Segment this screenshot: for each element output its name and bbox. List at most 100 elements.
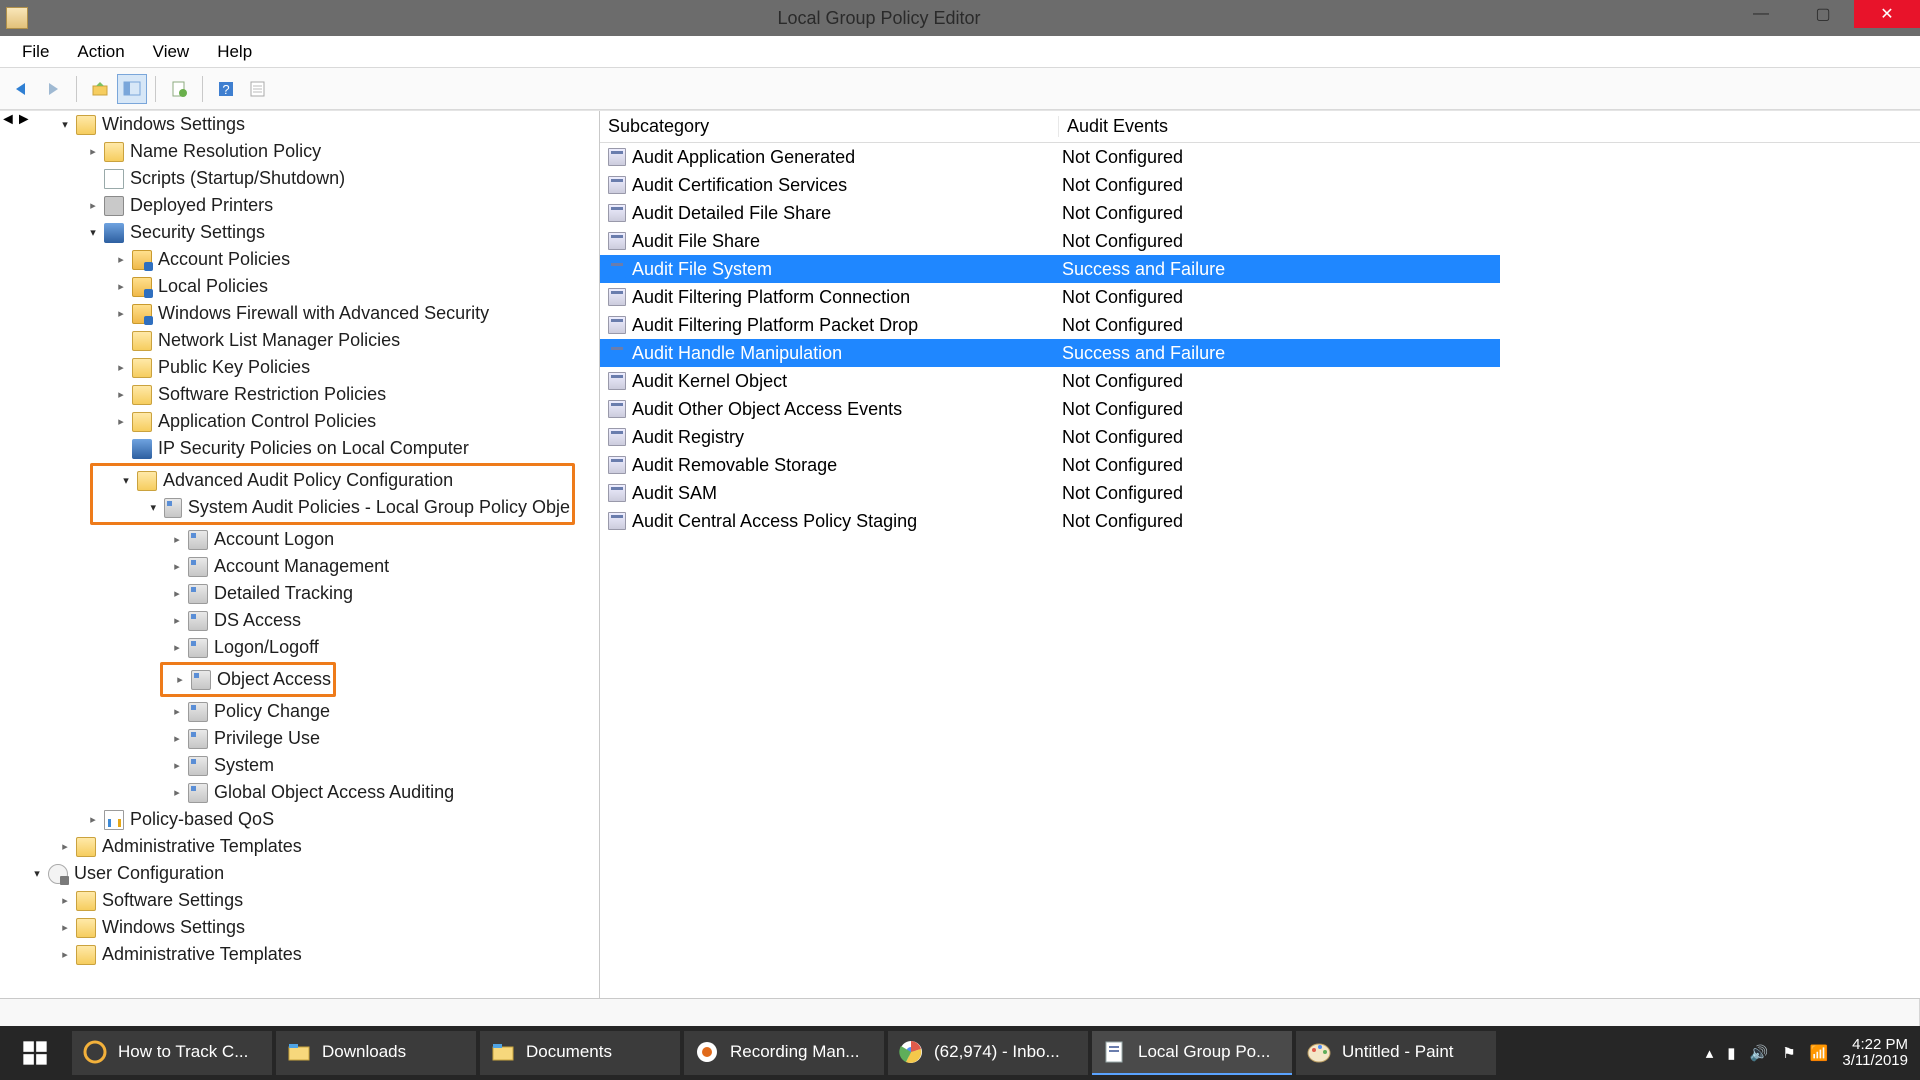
expander-closed-icon[interactable]: ▸: [86, 145, 100, 159]
system-tray[interactable]: ▴ ▮ 🔊 ⚑ 📶 4:22 PM 3/11/2019: [1694, 1037, 1920, 1070]
tree-node[interactable]: ▸Windows Firewall with Advanced Security: [0, 300, 579, 327]
tree-node[interactable]: ▾Windows Settings: [0, 111, 579, 138]
expander-closed-icon[interactable]: ▸: [170, 786, 184, 800]
tray-chevron-icon[interactable]: ▴: [1706, 1044, 1714, 1062]
help-button[interactable]: ?: [211, 74, 241, 104]
tree-node[interactable]: ▸Software Settings: [0, 887, 579, 914]
tree-node[interactable]: ▸Software Restriction Policies: [0, 381, 579, 408]
policy-row[interactable]: Audit File ShareNot Configured: [600, 227, 1920, 255]
list-body[interactable]: Audit Application GeneratedNot Configure…: [600, 143, 1920, 998]
taskbar-item[interactable]: Untitled - Paint: [1296, 1031, 1496, 1075]
expander-closed-icon[interactable]: ▸: [58, 840, 72, 854]
tree-node[interactable]: ▸Detailed Tracking: [0, 580, 579, 607]
column-subcategory[interactable]: Subcategory: [608, 116, 1058, 137]
taskbar-item[interactable]: Recording Man...: [684, 1031, 884, 1075]
policy-row[interactable]: Audit Filtering Platform Packet DropNot …: [600, 311, 1920, 339]
expander-closed-icon[interactable]: ▸: [86, 199, 100, 213]
tree-node[interactable]: ▸Application Control Policies: [0, 408, 579, 435]
expander-closed-icon[interactable]: ▸: [170, 587, 184, 601]
tray-action-center-icon[interactable]: ⚑: [1782, 1044, 1795, 1062]
policy-row[interactable]: Audit SAMNot Configured: [600, 479, 1920, 507]
tree-node[interactable]: ▾Security Settings: [0, 219, 579, 246]
taskbar-item[interactable]: How to Track C...: [72, 1031, 272, 1075]
expander-closed-icon[interactable]: ▸: [114, 415, 128, 429]
minimize-button[interactable]: —: [1730, 0, 1792, 28]
tree-node[interactable]: ▸Object Access: [165, 666, 331, 693]
taskbar-item[interactable]: Documents: [480, 1031, 680, 1075]
tree-node[interactable]: ▸System: [0, 752, 579, 779]
list-header[interactable]: Subcategory Audit Events: [600, 111, 1920, 143]
expander-open-icon[interactable]: ▾: [58, 118, 72, 132]
menu-view[interactable]: View: [139, 38, 204, 66]
tree-node[interactable]: ▸Logon/Logoff: [0, 634, 579, 661]
expander-closed-icon[interactable]: ▸: [86, 813, 100, 827]
show-hide-tree-button[interactable]: [117, 74, 147, 104]
tree-node[interactable]: ▸Name Resolution Policy: [0, 138, 579, 165]
tree[interactable]: ▾Windows Settings▸Name Resolution Policy…: [0, 111, 579, 978]
expander-closed-icon[interactable]: ▸: [170, 533, 184, 547]
expander-closed-icon[interactable]: ▸: [114, 361, 128, 375]
nav-forward-button[interactable]: [38, 74, 68, 104]
tree-node[interactable]: ▾User Configuration: [0, 860, 579, 887]
tree-node[interactable]: ▸Policy Change: [0, 698, 579, 725]
tray-battery-icon[interactable]: ▮: [1727, 1044, 1735, 1062]
policy-row[interactable]: Audit Filtering Platform ConnectionNot C…: [600, 283, 1920, 311]
tree-node[interactable]: ▸Administrative Templates: [0, 833, 579, 860]
expander-closed-icon[interactable]: ▸: [114, 280, 128, 294]
expander-open-icon[interactable]: ▾: [86, 226, 100, 240]
policy-row[interactable]: Audit File SystemSuccess and Failure: [600, 255, 1500, 283]
tree-node[interactable]: ▸Privilege Use: [0, 725, 579, 752]
expander-open-icon[interactable]: ▾: [119, 474, 133, 488]
taskbar-item[interactable]: Local Group Po...: [1092, 1031, 1292, 1075]
expander-closed-icon[interactable]: ▸: [170, 560, 184, 574]
tree-node[interactable]: Scripts (Startup/Shutdown): [0, 165, 579, 192]
expander-closed-icon[interactable]: ▸: [170, 614, 184, 628]
export-list-button[interactable]: [164, 74, 194, 104]
tray-network-icon[interactable]: 📶: [1810, 1044, 1829, 1062]
taskbar-item[interactable]: (62,974) - Inbo...: [888, 1031, 1088, 1075]
close-button[interactable]: ✕: [1854, 0, 1920, 28]
expander-closed-icon[interactable]: ▸: [58, 948, 72, 962]
tree-node[interactable]: ▸Account Policies: [0, 246, 579, 273]
expander-closed-icon[interactable]: ▸: [170, 641, 184, 655]
tree-node[interactable]: ▸Public Key Policies: [0, 354, 579, 381]
tree-node[interactable]: ▸DS Access: [0, 607, 579, 634]
tree-node[interactable]: IP Security Policies on Local Computer: [0, 435, 579, 462]
taskbar-item[interactable]: Downloads: [276, 1031, 476, 1075]
expander-closed-icon[interactable]: ▸: [170, 759, 184, 773]
tree-node[interactable]: ▸Administrative Templates: [0, 941, 579, 968]
expander-closed-icon[interactable]: ▸: [58, 921, 72, 935]
tree-node[interactable]: ▸Account Management: [0, 553, 579, 580]
policy-row[interactable]: Audit Central Access Policy StagingNot C…: [600, 507, 1920, 535]
tray-volume-icon[interactable]: 🔊: [1750, 1044, 1769, 1062]
menu-file[interactable]: File: [8, 38, 63, 66]
expander-closed-icon[interactable]: ▸: [173, 673, 187, 687]
expander-closed-icon[interactable]: ▸: [58, 894, 72, 908]
tree-node[interactable]: ▸Global Object Access Auditing: [0, 779, 579, 806]
policy-row[interactable]: Audit Other Object Access EventsNot Conf…: [600, 395, 1920, 423]
expander-closed-icon[interactable]: ▸: [114, 253, 128, 267]
menu-help[interactable]: Help: [203, 38, 266, 66]
policy-row[interactable]: Audit Certification ServicesNot Configur…: [600, 171, 1920, 199]
expander-closed-icon[interactable]: ▸: [170, 732, 184, 746]
menu-action[interactable]: Action: [63, 38, 138, 66]
tree-node[interactable]: ▸Account Logon: [0, 526, 579, 553]
tree-node[interactable]: ▸Windows Settings: [0, 914, 579, 941]
tree-node[interactable]: ▸Local Policies: [0, 273, 579, 300]
tray-clock[interactable]: 4:22 PM 3/11/2019: [1842, 1037, 1908, 1070]
tree-node[interactable]: ▸Policy-based QoS: [0, 806, 579, 833]
nav-back-button[interactable]: [6, 74, 36, 104]
tree-node[interactable]: ▾Advanced Audit Policy Configuration: [95, 467, 570, 494]
policy-row[interactable]: Audit Kernel ObjectNot Configured: [600, 367, 1920, 395]
policy-row[interactable]: Audit RegistryNot Configured: [600, 423, 1920, 451]
policy-row[interactable]: Audit Removable StorageNot Configured: [600, 451, 1920, 479]
maximize-button[interactable]: ▢: [1792, 0, 1854, 28]
expander-closed-icon[interactable]: ▸: [114, 307, 128, 321]
policy-row[interactable]: Audit Detailed File ShareNot Configured: [600, 199, 1920, 227]
expander-open-icon[interactable]: ▾: [30, 867, 44, 881]
expander-closed-icon[interactable]: ▸: [114, 388, 128, 402]
refresh-button[interactable]: [243, 74, 273, 104]
start-button[interactable]: [0, 1026, 70, 1080]
tree-node[interactable]: ▸Deployed Printers: [0, 192, 579, 219]
up-level-button[interactable]: [85, 74, 115, 104]
